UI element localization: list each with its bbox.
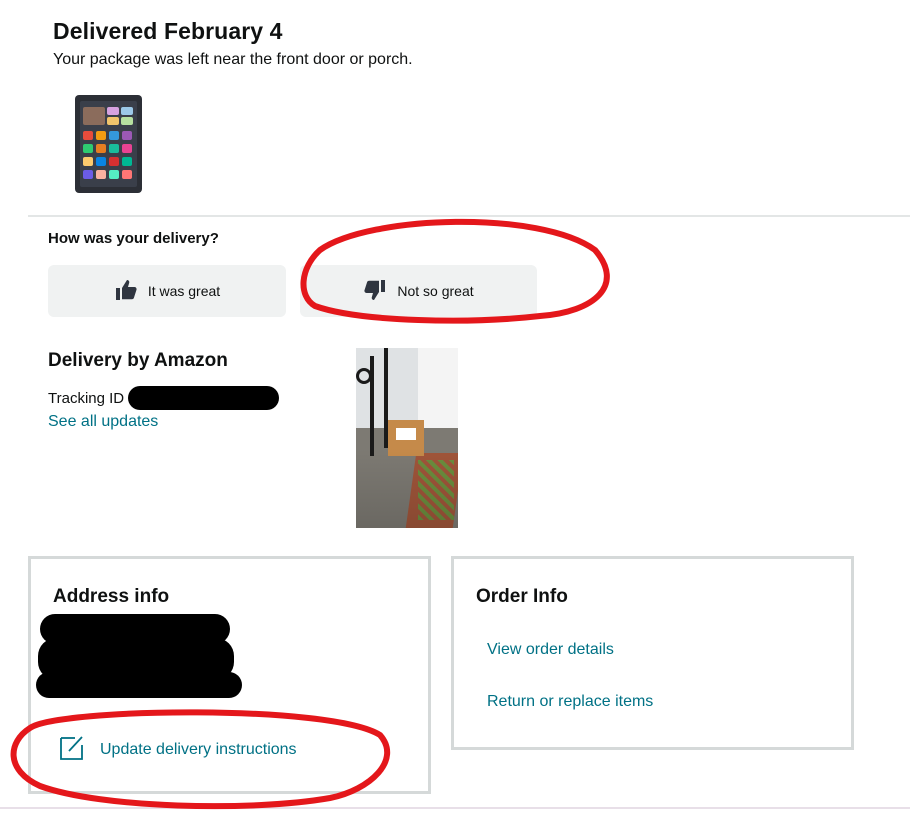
- section-divider: [28, 215, 910, 217]
- update-delivery-instructions-link[interactable]: Update delivery instructions: [58, 733, 297, 766]
- carrier-heading: Delivery by Amazon: [48, 350, 228, 371]
- tracking-id-redaction: [128, 386, 279, 410]
- return-or-replace-link[interactable]: Return or replace items: [487, 693, 653, 711]
- edit-note-icon: [58, 733, 86, 766]
- not-so-great-label: Not so great: [397, 283, 474, 299]
- bottom-divider: [0, 807, 910, 809]
- thumbs-down-icon: [363, 278, 387, 305]
- delivery-status-subtitle: Your package was left near the front doo…: [53, 51, 413, 68]
- address-redaction-3: [36, 672, 242, 698]
- delivery-photo[interactable]: [356, 348, 458, 528]
- update-delivery-instructions-label: Update delivery instructions: [100, 740, 297, 758]
- view-order-details-link[interactable]: View order details: [487, 641, 614, 659]
- it-was-great-button[interactable]: It was great: [48, 265, 286, 317]
- delivery-status-title: Delivered February 4: [53, 18, 283, 44]
- product-image[interactable]: [75, 95, 142, 193]
- see-all-updates-link[interactable]: See all updates: [48, 413, 158, 431]
- not-so-great-button[interactable]: Not so great: [300, 265, 537, 317]
- product-screen: [80, 101, 137, 187]
- feedback-question: How was your delivery?: [48, 230, 219, 247]
- address-info-heading: Address info: [53, 586, 170, 607]
- thumbs-up-icon: [114, 278, 138, 305]
- it-was-great-label: It was great: [147, 283, 221, 299]
- tracking-id-label: Tracking ID: [48, 390, 125, 407]
- order-info-card: Order Info View order details Return or …: [451, 556, 854, 750]
- order-info-heading: Order Info: [476, 586, 568, 607]
